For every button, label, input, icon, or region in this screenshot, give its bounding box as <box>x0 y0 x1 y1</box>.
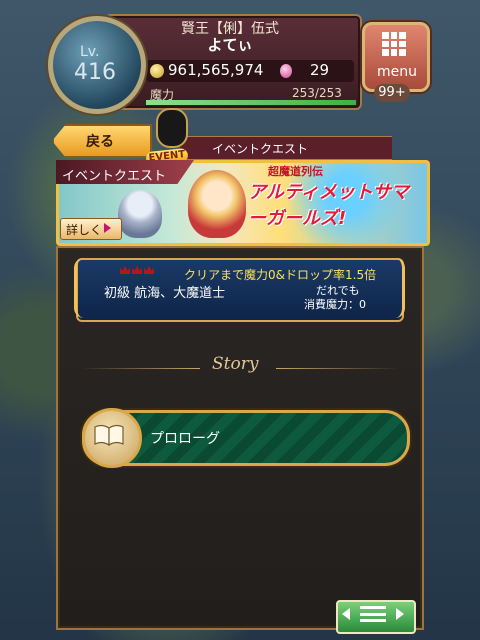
mana-bar <box>146 100 356 105</box>
mana-value: 253/253 <box>292 86 342 100</box>
player-name: よてぃ <box>207 36 253 54</box>
back-button-label: 戻る <box>86 134 114 150</box>
arrow-right-icon <box>396 608 404 620</box>
character-art-left <box>118 190 162 238</box>
story-item-label: プロローグ <box>150 431 220 447</box>
quest-bonus: クリアまで魔力0&ドロップ率1.5倍 <box>184 268 377 282</box>
gem-icon <box>280 64 292 78</box>
book-icon <box>94 425 124 446</box>
event-logo: アルティメットサマーガールズ! <box>248 182 409 229</box>
arrow-left-icon <box>342 608 350 620</box>
menu-label: menu <box>377 64 417 80</box>
divider-left <box>80 368 200 369</box>
coin-count: 961,565,974 <box>168 61 264 79</box>
gem-count: 29 <box>310 61 330 79</box>
details-button-label: 詳しく <box>66 223 103 237</box>
grid-menu-icon <box>382 32 406 56</box>
notification-badge: 99+ <box>374 84 410 102</box>
banner-title: イベントクエスト <box>62 169 167 184</box>
quest-mana-cost: 消費魔力：0 <box>304 298 366 311</box>
quest-card-ornament-left <box>74 258 105 318</box>
level-label: Lv. <box>80 44 100 60</box>
breadcrumb-label: イベントクエスト <box>212 142 309 156</box>
list-icon <box>360 606 386 622</box>
event-logo-subtitle: 超魔道列伝 <box>268 165 323 178</box>
section-title: Story <box>212 354 259 374</box>
mana-bar-fill <box>146 100 356 105</box>
level-number: 416 <box>74 60 116 85</box>
divider-right <box>276 368 400 369</box>
coin-icon <box>150 64 164 78</box>
play-arrow-icon <box>104 223 111 233</box>
character-art-right <box>188 170 246 238</box>
quest-card-ornament-right <box>376 258 405 318</box>
cat-mascot-icon <box>156 108 188 148</box>
quest-name: 初級 航海、大魔道士 <box>104 286 226 301</box>
